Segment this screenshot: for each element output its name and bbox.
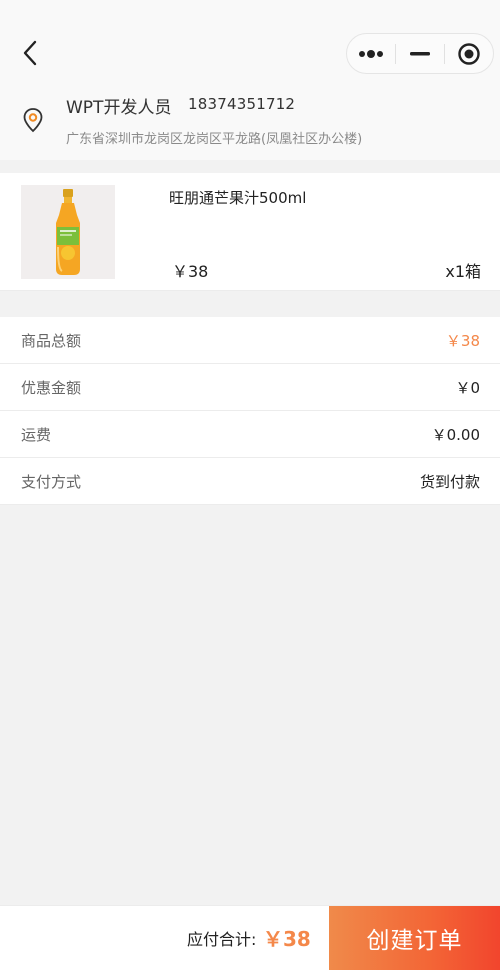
- mini-program-capsule: [346, 33, 494, 74]
- recipient-phone: 18374351712: [188, 95, 296, 113]
- minimize-icon: [410, 51, 430, 55]
- shipping-value: ￥0.00: [431, 425, 480, 444]
- juice-bottle-icon: [56, 189, 80, 275]
- back-button[interactable]: [14, 36, 46, 70]
- payment-method-label: 支付方式: [21, 472, 82, 491]
- more-dots-icon: [359, 49, 383, 58]
- discount-value: ￥0: [455, 378, 480, 397]
- total-value: ￥38: [263, 927, 311, 951]
- order-summary: 商品总额 ￥38 优惠金额 ￥0 运费 ￥0.00 支付方式 货到付款: [0, 317, 500, 505]
- location-pin-icon: [23, 108, 43, 133]
- product-price: ￥38: [172, 262, 209, 281]
- product-quantity: x1箱: [445, 262, 481, 281]
- product-name: 旺朋通芒果汁500ml: [169, 189, 307, 207]
- shipping-label: 运费: [21, 425, 52, 444]
- close-button[interactable]: [445, 34, 493, 73]
- address-detail: 广东省深圳市龙岗区龙岗区平龙路(凤凰社区办公楼): [66, 132, 363, 147]
- product-image: [21, 185, 115, 279]
- product-card: 旺朋通芒果汁500ml ￥38 x1箱: [0, 173, 500, 291]
- discount-label: 优惠金额: [21, 378, 82, 397]
- order-confirm-page: WPT开发人员 18374351712 广东省深圳市龙岗区龙岗区平龙路(凤凰社区…: [0, 0, 500, 970]
- summary-row-payment[interactable]: 支付方式 货到付款: [0, 458, 500, 505]
- checkout-bar: 应付合计: ￥38 创建订单: [0, 905, 500, 970]
- total-label: 应付合计:: [187, 930, 257, 949]
- recipient-name: WPT开发人员: [66, 98, 172, 118]
- summary-row-discount: 优惠金额 ￥0: [0, 364, 500, 411]
- payment-method-value: 货到付款: [419, 472, 480, 491]
- subtotal-label: 商品总额: [21, 331, 82, 350]
- more-button[interactable]: [347, 34, 395, 73]
- top-navbar: [0, 0, 500, 88]
- minimize-button[interactable]: [396, 34, 444, 73]
- create-order-button[interactable]: 创建订单: [329, 906, 500, 970]
- summary-row-shipping: 运费 ￥0.00: [0, 411, 500, 458]
- shipping-address[interactable]: WPT开发人员 18374351712 广东省深圳市龙岗区龙岗区平龙路(凤凰社区…: [0, 88, 500, 248]
- summary-row-subtotal: 商品总额 ￥38: [0, 317, 500, 364]
- chevron-left-icon: [23, 40, 37, 66]
- subtotal-value: ￥38: [445, 331, 480, 350]
- close-target-icon: [458, 42, 480, 65]
